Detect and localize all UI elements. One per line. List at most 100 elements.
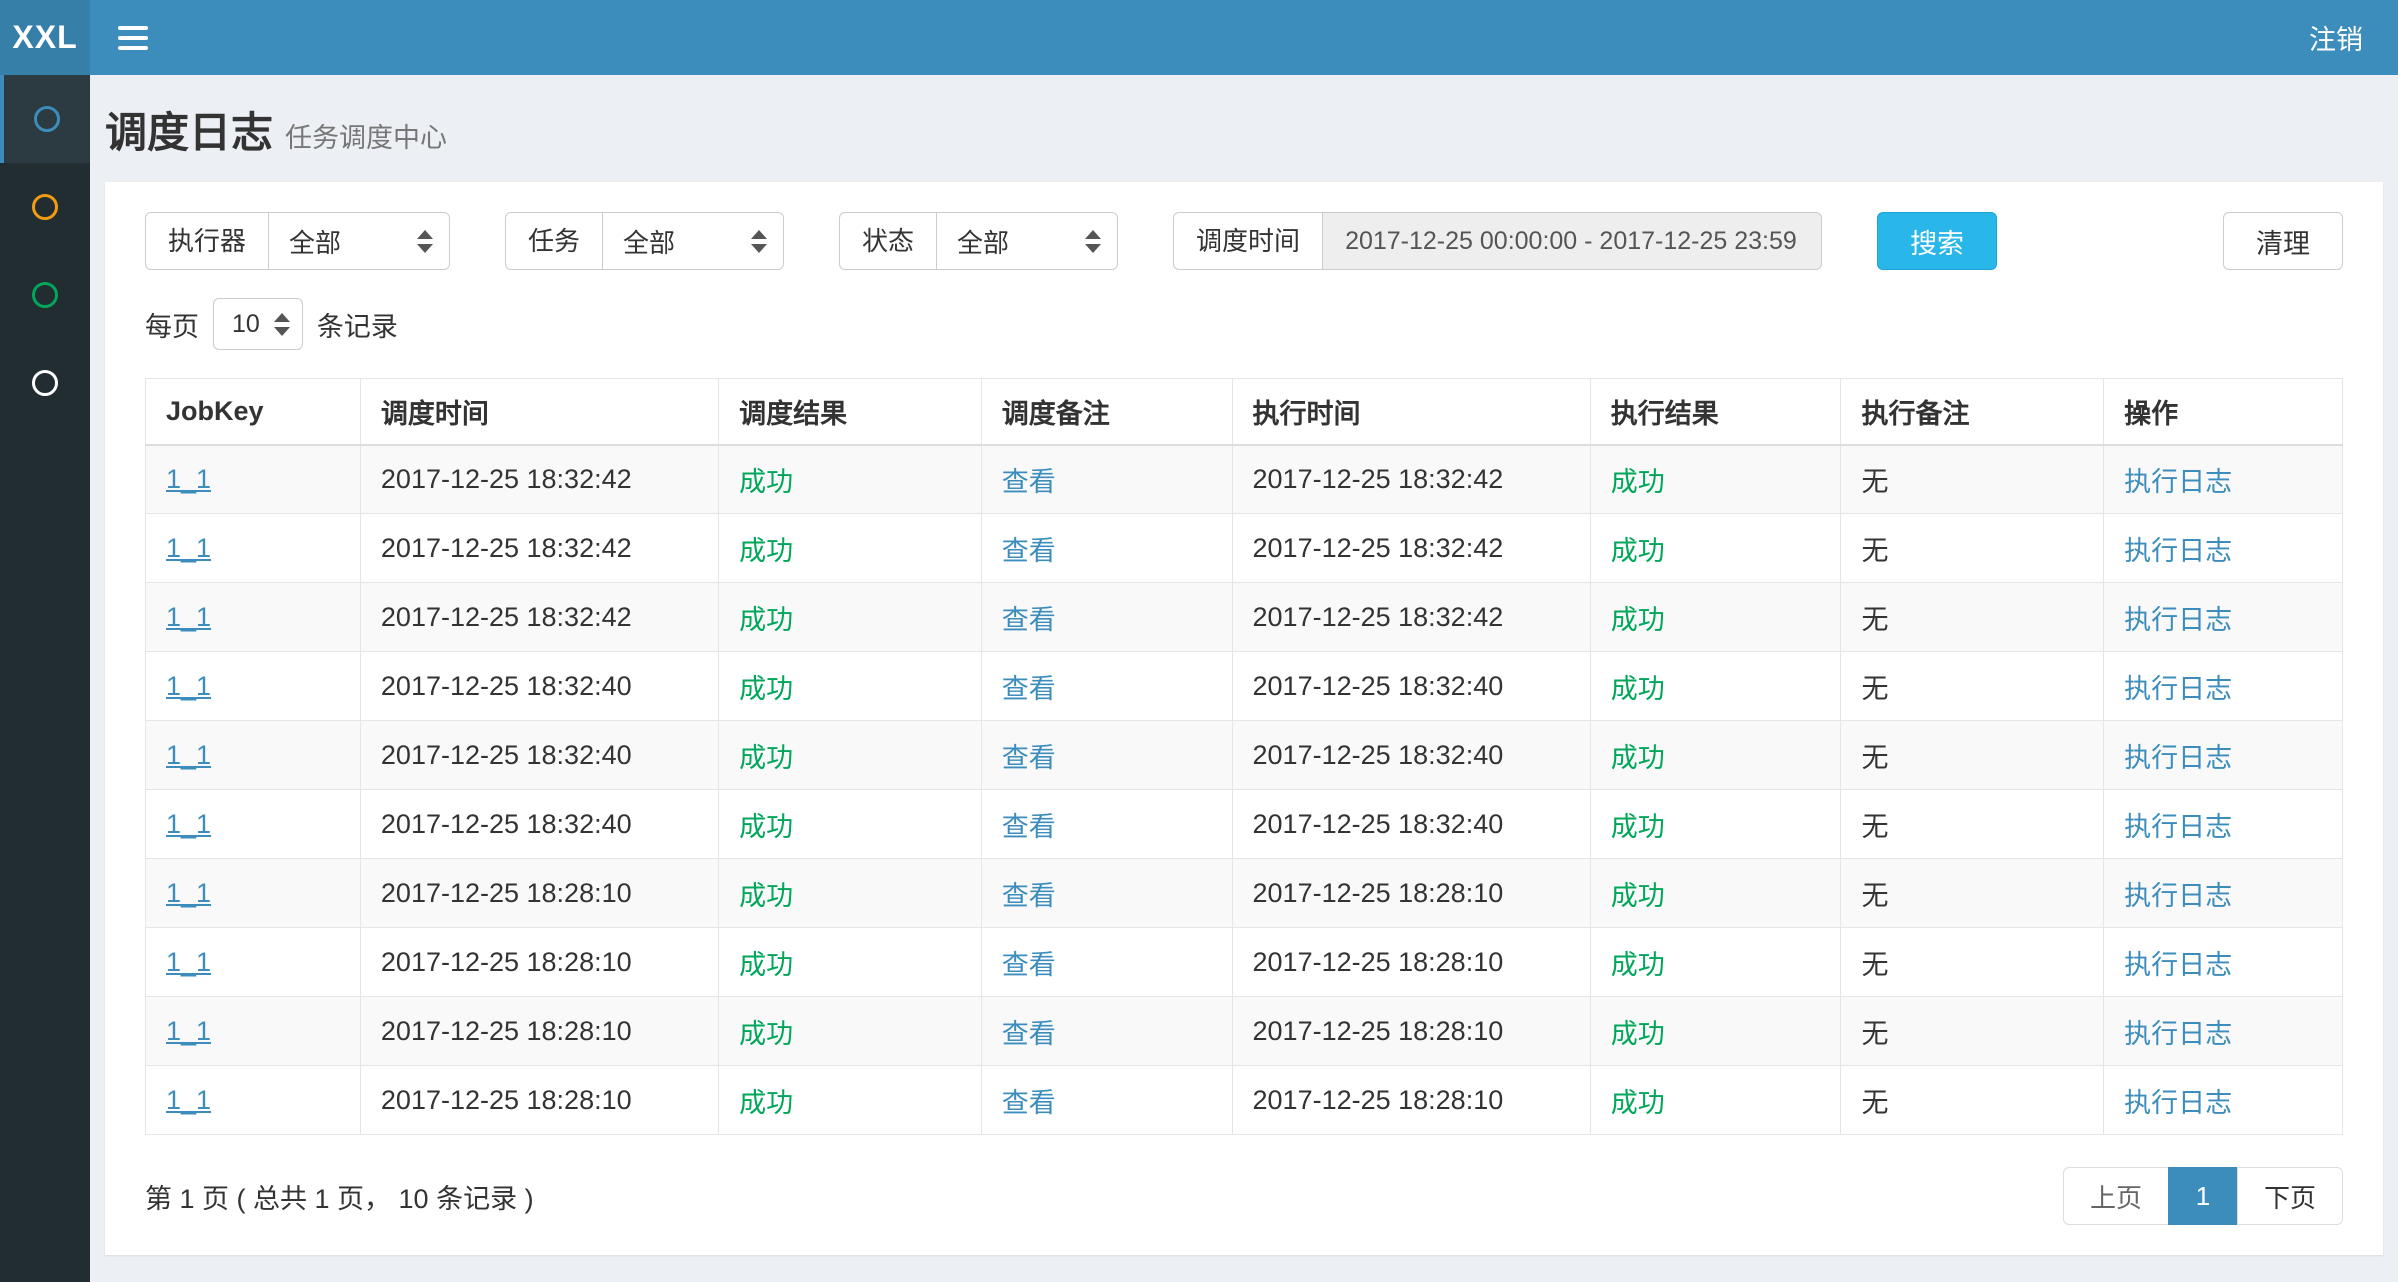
filter-bar: 执行器 全部 任务 全部 状态 全部 (145, 212, 2343, 270)
job-select[interactable]: 全部 (602, 212, 784, 270)
jobkey-link[interactable]: 1_1 (166, 671, 211, 701)
executor-select[interactable]: 全部 (268, 212, 450, 270)
jobkey-link[interactable]: 1_1 (166, 602, 211, 632)
action-cell: 执行日志 (2104, 583, 2343, 652)
trigger-msg-link[interactable]: 查看 (1002, 743, 1056, 773)
handle-time-cell: 2017-12-25 18:32:42 (1232, 583, 1590, 652)
trigger-msg-cell: 查看 (981, 445, 1232, 514)
handle-time-cell: 2017-12-25 18:32:40 (1232, 652, 1590, 721)
sidebar-toggle-button[interactable] (90, 0, 175, 75)
search-button[interactable]: 搜索 (1877, 212, 1997, 270)
handle-result-cell: 成功 (1590, 721, 1841, 790)
jobkey-cell: 1_1 (146, 997, 361, 1066)
jobkey-link[interactable]: 1_1 (166, 740, 211, 770)
prev-page-button[interactable]: 上页 (2063, 1167, 2169, 1225)
handle-msg-cell: 无 (1841, 790, 2104, 859)
trigger-msg-link[interactable]: 查看 (1002, 881, 1056, 911)
trigger-time-cell: 2017-12-25 18:32:42 (360, 445, 718, 514)
table-row: 1_1 2017-12-25 18:28:10 成功 查看 2017-12-25… (146, 859, 2343, 928)
exec-log-link[interactable]: 执行日志 (2124, 950, 2232, 980)
jobkey-link[interactable]: 1_1 (166, 947, 211, 977)
current-page-button[interactable]: 1 (2168, 1167, 2238, 1225)
hamburger-icon (118, 26, 148, 30)
sidebar-item[interactable] (0, 75, 90, 163)
table-row: 1_1 2017-12-25 18:28:10 成功 查看 2017-12-25… (146, 997, 2343, 1066)
exec-log-link[interactable]: 执行日志 (2124, 1088, 2232, 1118)
next-page-button[interactable]: 下页 (2237, 1167, 2343, 1225)
status-selected-value: 全部 (957, 223, 1009, 260)
table-header-row: JobKey 调度时间 调度结果 调度备注 执行时间 执行结果 执行备注 操作 (146, 379, 2343, 445)
content-area: 调度日志任务调度中心 执行器 全部 任务 全部 状态 (90, 75, 2398, 1282)
trigger-time-cell: 2017-12-25 18:28:10 (360, 859, 718, 928)
table-row: 1_1 2017-12-25 18:28:10 成功 查看 2017-12-25… (146, 1066, 2343, 1135)
pagination: 上页 1 下页 (2063, 1167, 2343, 1225)
exec-log-link[interactable]: 执行日志 (2124, 1019, 2232, 1049)
exec-log-link[interactable]: 执行日志 (2124, 536, 2232, 566)
clear-button[interactable]: 清理 (2223, 212, 2343, 270)
jobkey-link[interactable]: 1_1 (166, 878, 211, 908)
page-size-value: 10 (232, 310, 260, 339)
trigger-msg-cell: 查看 (981, 583, 1232, 652)
jobkey-cell: 1_1 (146, 790, 361, 859)
action-cell: 执行日志 (2104, 721, 2343, 790)
exec-log-link[interactable]: 执行日志 (2124, 605, 2232, 635)
sidebar-item[interactable] (0, 251, 90, 339)
sidebar-item[interactable] (0, 163, 90, 251)
hamburger-icon (118, 36, 148, 40)
trigger-result-cell: 成功 (719, 997, 982, 1066)
trigger-time-range-input[interactable] (1322, 212, 1822, 270)
trigger-time-cell: 2017-12-25 18:28:10 (360, 1066, 718, 1135)
trigger-msg-link[interactable]: 查看 (1002, 1019, 1056, 1049)
trigger-msg-link[interactable]: 查看 (1002, 1088, 1056, 1118)
trigger-msg-link[interactable]: 查看 (1002, 674, 1056, 704)
page-header: 调度日志任务调度中心 (90, 75, 2398, 182)
page-size-select[interactable]: 10 (213, 298, 303, 350)
action-cell: 执行日志 (2104, 514, 2343, 583)
page-size-prefix: 每页 (145, 305, 199, 344)
jobkey-link[interactable]: 1_1 (166, 1016, 211, 1046)
jobkey-link[interactable]: 1_1 (166, 809, 211, 839)
header-handle-time: 执行时间 (1232, 379, 1590, 445)
exec-log-link[interactable]: 执行日志 (2124, 881, 2232, 911)
sidebar-item[interactable] (0, 339, 90, 427)
jobkey-cell: 1_1 (146, 928, 361, 997)
trigger-msg-cell: 查看 (981, 721, 1232, 790)
trigger-msg-link[interactable]: 查看 (1002, 950, 1056, 980)
jobkey-link[interactable]: 1_1 (166, 1085, 211, 1115)
jobkey-link[interactable]: 1_1 (166, 533, 211, 563)
trigger-time-cell: 2017-12-25 18:32:40 (360, 790, 718, 859)
action-cell: 执行日志 (2104, 1066, 2343, 1135)
jobkey-cell: 1_1 (146, 859, 361, 928)
trigger-msg-link[interactable]: 查看 (1002, 605, 1056, 635)
log-table: JobKey 调度时间 调度结果 调度备注 执行时间 执行结果 执行备注 操作 … (145, 378, 2343, 1135)
handle-time-cell: 2017-12-25 18:32:42 (1232, 445, 1590, 514)
trigger-msg-link[interactable]: 查看 (1002, 812, 1056, 842)
hamburger-icon (118, 46, 148, 50)
trigger-msg-link[interactable]: 查看 (1002, 467, 1056, 497)
app-logo[interactable]: XXL (0, 0, 90, 75)
handle-msg-cell: 无 (1841, 445, 2104, 514)
executor-label: 执行器 (145, 212, 268, 270)
executor-filter-group: 执行器 全部 (145, 212, 450, 270)
exec-log-link[interactable]: 执行日志 (2124, 743, 2232, 773)
handle-time-cell: 2017-12-25 18:32:40 (1232, 721, 1590, 790)
trigger-time-cell: 2017-12-25 18:32:40 (360, 721, 718, 790)
exec-log-link[interactable]: 执行日志 (2124, 812, 2232, 842)
logout-link[interactable]: 注销 (2309, 18, 2363, 57)
trigger-msg-link[interactable]: 查看 (1002, 536, 1056, 566)
exec-log-link[interactable]: 执行日志 (2124, 674, 2232, 704)
action-cell: 执行日志 (2104, 859, 2343, 928)
select-arrows-icon (260, 313, 290, 336)
table-row: 1_1 2017-12-25 18:28:10 成功 查看 2017-12-25… (146, 928, 2343, 997)
handle-msg-cell: 无 (1841, 652, 2104, 721)
pagination-info: 第 1 页 ( 总共 1 页， 10 条记录 ) (145, 1177, 534, 1216)
exec-log-link[interactable]: 执行日志 (2124, 467, 2232, 497)
jobkey-link[interactable]: 1_1 (166, 464, 211, 494)
trigger-time-cell: 2017-12-25 18:28:10 (360, 997, 718, 1066)
handle-result-cell: 成功 (1590, 1066, 1841, 1135)
handle-time-cell: 2017-12-25 18:32:40 (1232, 790, 1590, 859)
page-size-row: 每页 10 条记录 (145, 298, 2343, 350)
trigger-time-cell: 2017-12-25 18:32:42 (360, 514, 718, 583)
status-select[interactable]: 全部 (936, 212, 1118, 270)
jobkey-cell: 1_1 (146, 652, 361, 721)
